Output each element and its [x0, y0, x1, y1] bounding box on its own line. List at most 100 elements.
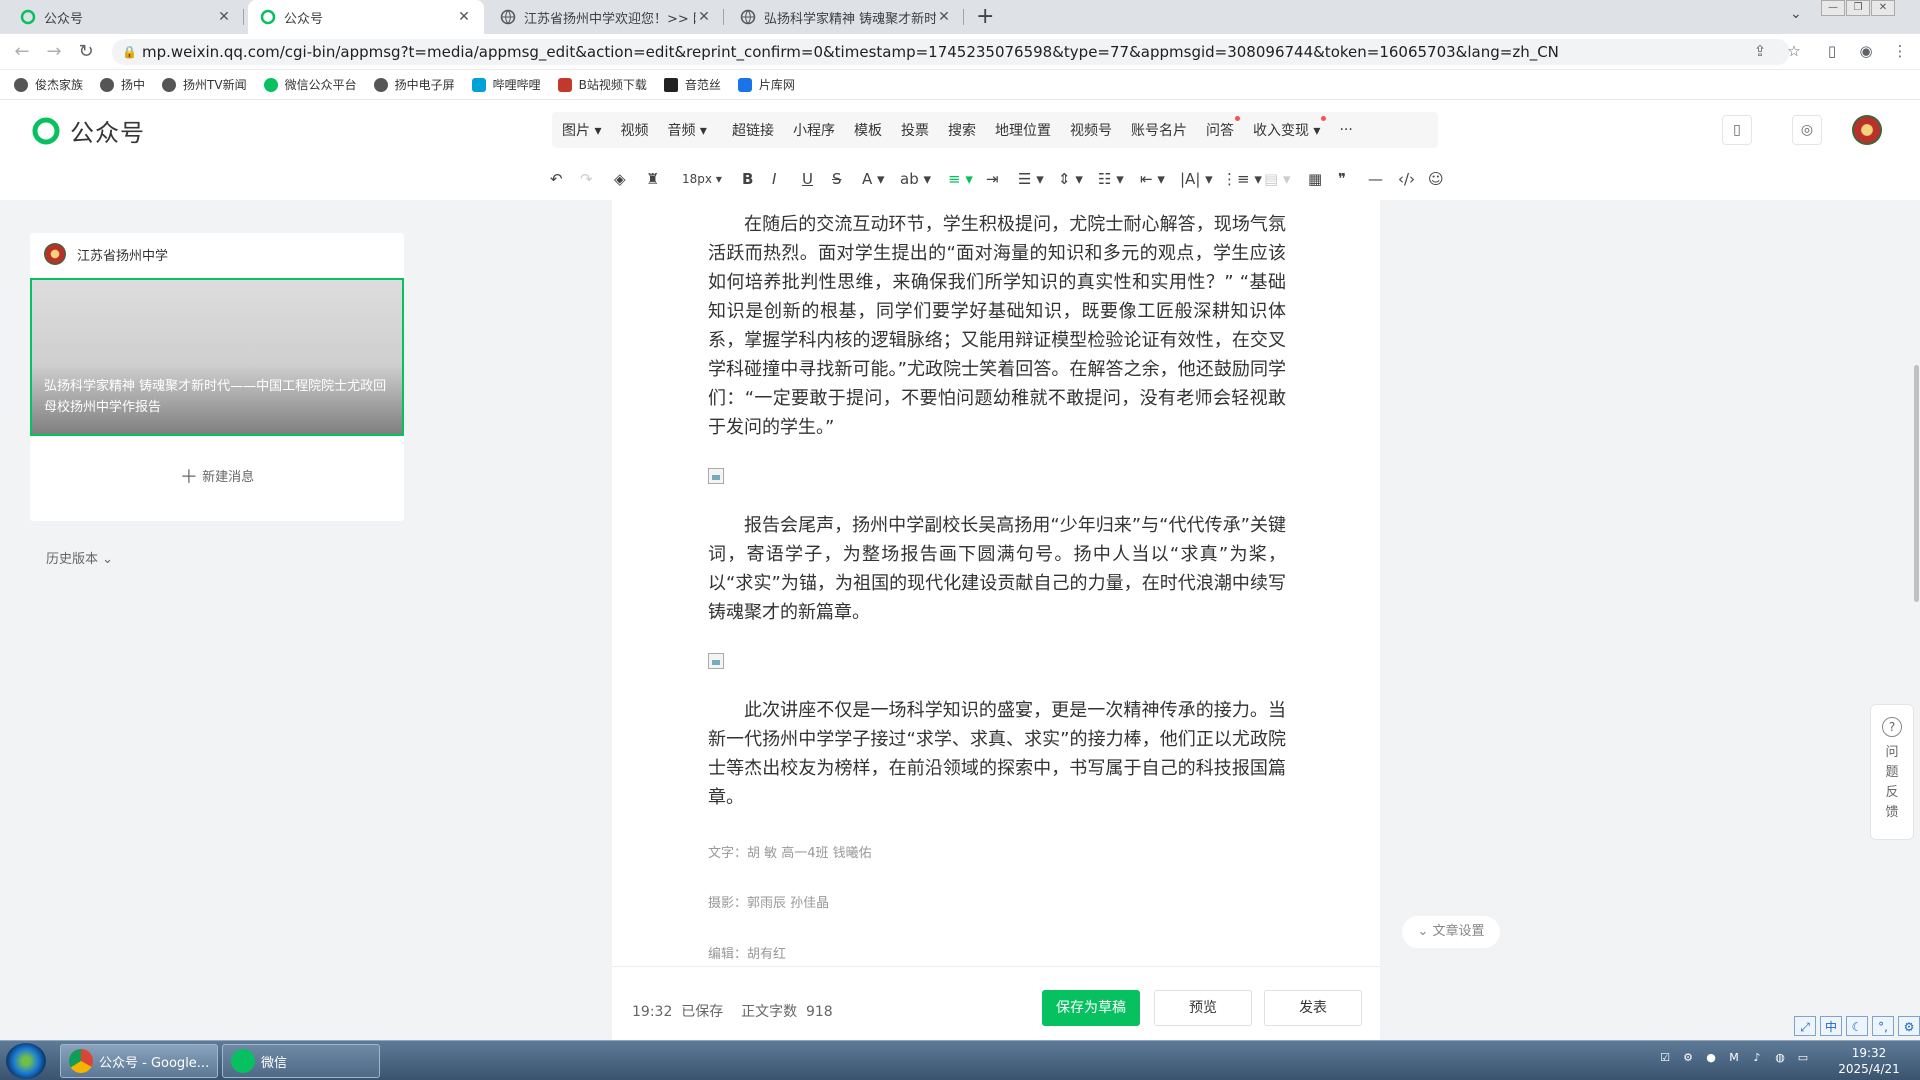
- checkbox-tray-icon[interactable]: ☑: [1657, 1051, 1673, 1067]
- bookmark-item[interactable]: B站视频下载: [557, 76, 647, 93]
- undo-icon[interactable]: ↶: [550, 170, 563, 190]
- menu-image[interactable]: 图片 ▾: [562, 120, 601, 140]
- background-color-icon[interactable]: ab ▾: [900, 170, 931, 190]
- emoji-icon[interactable]: ☺: [1428, 170, 1444, 190]
- task-chrome[interactable]: 公众号 - Google...: [60, 1044, 218, 1078]
- tab-search-chevron-icon[interactable]: ⌄: [1790, 6, 1802, 22]
- avatar[interactable]: [1852, 115, 1882, 145]
- article-body[interactable]: 在随后的交流互动环节，学生积极提问，尤院士耐心解答，现场气氛活跃而热烈。面对学生…: [708, 210, 1286, 965]
- redo-icon[interactable]: ↷: [580, 170, 593, 190]
- tab-4[interactable]: 弘扬科学家精神 铸魂聚才新时代 ✕: [728, 0, 964, 34]
- font-color-icon[interactable]: A ▾: [862, 170, 885, 190]
- credit-photo[interactable]: 摄影：郭雨辰 孙佳晶: [708, 894, 1286, 914]
- scrollbar[interactable]: [1914, 365, 1919, 602]
- underline-icon[interactable]: U: [802, 170, 813, 190]
- close-tab-icon[interactable]: ✕: [696, 9, 712, 25]
- back-icon[interactable]: ←: [10, 40, 34, 64]
- display-icon[interactable]: ▭: [1795, 1051, 1811, 1067]
- save-draft-button[interactable]: 保存为草稿: [1042, 990, 1140, 1026]
- profile-icon[interactable]: ◉: [1856, 42, 1876, 62]
- article-settings-button[interactable]: ⌄ 文章设置: [1402, 916, 1500, 948]
- editor-area[interactable]: 在随后的交流互动环节，学生积极提问，尤院士耐心解答，现场气氛活跃而热烈。面对学生…: [612, 200, 1380, 1040]
- paragraph[interactable]: 在随后的交流互动环节，学生积极提问，尤院士耐心解答，现场气氛活跃而热烈。面对学生…: [708, 210, 1286, 442]
- network-icon[interactable]: ◍: [1772, 1051, 1788, 1067]
- ime-moon-icon[interactable]: ☾: [1846, 1016, 1868, 1036]
- clear-format-icon[interactable]: ◈: [614, 170, 626, 190]
- menu-channels[interactable]: 视频号: [1070, 120, 1112, 140]
- history-version-button[interactable]: 历史版本 ⌄: [46, 548, 113, 567]
- menu-template[interactable]: 模板: [854, 120, 882, 140]
- minimize-icon[interactable]: —: [1821, 0, 1845, 16]
- divider-icon[interactable]: —: [1368, 170, 1383, 190]
- volume-icon[interactable]: ♪: [1749, 1051, 1765, 1067]
- shield-icon[interactable]: ◎: [1792, 115, 1822, 145]
- menu-monetize[interactable]: 收入变现 ▾: [1253, 116, 1327, 140]
- align-icon[interactable]: ☰ ▾: [1018, 170, 1044, 190]
- share-icon[interactable]: ⇪: [1750, 42, 1770, 62]
- code-icon[interactable]: ‹/›: [1398, 170, 1415, 190]
- menu-qa[interactable]: 问答: [1206, 116, 1240, 140]
- close-tab-icon[interactable]: ✕: [216, 9, 232, 25]
- article-cover-card[interactable]: 弘扬科学家精神 铸魂聚才新时代——中国工程院院士尤政回母校扬州中学作报告: [30, 278, 404, 436]
- new-message-button[interactable]: ＋ 新建消息: [30, 463, 404, 489]
- quote-icon[interactable]: ❞: [1338, 170, 1346, 190]
- bold-icon[interactable]: B: [742, 170, 753, 190]
- ime-chinese-icon[interactable]: 中: [1820, 1016, 1842, 1036]
- bookmark-item[interactable]: 片库网: [737, 76, 795, 93]
- credit-text[interactable]: 文字：胡 敏 高一4班 钱曦佑: [708, 844, 1286, 864]
- menu-account-card[interactable]: 账号名片: [1131, 120, 1187, 140]
- bulleted-list-icon[interactable]: ⋮≡ ▾: [1222, 170, 1262, 190]
- browser-menu-icon[interactable]: ⋮: [1890, 42, 1910, 62]
- ime-settings-icon[interactable]: ⚙: [1898, 1016, 1920, 1036]
- app-logo[interactable]: 公众号: [30, 113, 145, 148]
- reload-icon[interactable]: ↻: [74, 40, 98, 64]
- strikethrough-icon[interactable]: S: [832, 170, 842, 190]
- bookmark-item[interactable]: 俊杰家族: [14, 76, 83, 93]
- ime-tray-icon[interactable]: M: [1726, 1051, 1742, 1067]
- close-tab-icon[interactable]: ✕: [456, 9, 472, 25]
- feedback-button[interactable]: ? 问题反馈: [1870, 704, 1914, 840]
- credit-editor[interactable]: 编辑：胡有红: [708, 945, 1286, 965]
- broken-image-icon[interactable]: [708, 653, 724, 669]
- restore-icon[interactable]: ❐: [1846, 0, 1870, 16]
- bookmark-item[interactable]: 哔哩哔哩: [471, 76, 541, 93]
- list-indent-icon[interactable]: ⇤ ▾: [1140, 170, 1165, 190]
- format-painter-icon[interactable]: ♜: [646, 170, 659, 190]
- task-wechat[interactable]: 微信: [222, 1044, 380, 1078]
- paragraph-spacing-icon[interactable]: ☷ ▾: [1098, 170, 1124, 190]
- publish-button[interactable]: 发表: [1264, 990, 1362, 1026]
- tab-1[interactable]: 公众号 ✕: [8, 0, 244, 34]
- align-left-icon[interactable]: ≡ ▾: [948, 170, 973, 190]
- menu-miniprogram[interactable]: 小程序: [793, 120, 835, 140]
- letter-spacing-icon[interactable]: |A| ▾: [1180, 170, 1213, 190]
- bookmark-star-icon[interactable]: ☆: [1784, 42, 1804, 62]
- wechat-tray-icon[interactable]: ●: [1703, 1051, 1719, 1067]
- menu-location[interactable]: 地理位置: [995, 120, 1051, 140]
- italic-icon[interactable]: I: [772, 170, 776, 190]
- paragraph[interactable]: 此次讲座不仅是一场科学知识的盛宴，更是一次精神传承的接力。当新一代扬州中学学子接…: [708, 696, 1286, 812]
- menu-more[interactable]: ···: [1339, 122, 1352, 138]
- clock[interactable]: 19:32 2025/4/21: [1832, 1045, 1906, 1077]
- ime-expand-icon[interactable]: ⤢: [1794, 1016, 1816, 1036]
- line-height-icon[interactable]: ⇕ ▾: [1058, 170, 1083, 190]
- network-tray-icon[interactable]: ⚙: [1680, 1051, 1696, 1067]
- sidepanel-icon[interactable]: ▯: [1822, 42, 1842, 62]
- menu-search[interactable]: 搜索: [948, 120, 976, 140]
- close-window-icon[interactable]: ✕: [1871, 0, 1895, 16]
- ime-punct-icon[interactable]: °,: [1872, 1016, 1894, 1036]
- bookmark-item[interactable]: 扬州TV新闻: [162, 76, 247, 93]
- numbered-list-icon[interactable]: ▤ ▾: [1264, 170, 1290, 190]
- new-tab-button[interactable]: +: [976, 4, 994, 29]
- preview-button[interactable]: 预览: [1154, 990, 1252, 1026]
- table-icon[interactable]: ▦: [1308, 170, 1322, 190]
- start-button[interactable]: [6, 1043, 46, 1079]
- tab-2[interactable]: 公众号 ✕: [248, 0, 484, 34]
- paragraph[interactable]: 报告会尾声，扬州中学副校长吴高扬用“少年归来”与“代代传承”关键词，寄语学子，为…: [708, 511, 1286, 627]
- bookmark-item[interactable]: 扬中电子屏: [373, 76, 455, 93]
- url-field[interactable]: 🔒 mp.weixin.qq.com/cgi-bin/appmsg?t=medi…: [112, 39, 1790, 65]
- menu-video[interactable]: 视频: [620, 120, 648, 140]
- bookmark-item[interactable]: 音范丝: [663, 76, 721, 93]
- close-tab-icon[interactable]: ✕: [936, 9, 952, 25]
- menu-hyperlink[interactable]: 超链接: [732, 120, 774, 140]
- bookmark-item[interactable]: 扬中: [100, 76, 145, 93]
